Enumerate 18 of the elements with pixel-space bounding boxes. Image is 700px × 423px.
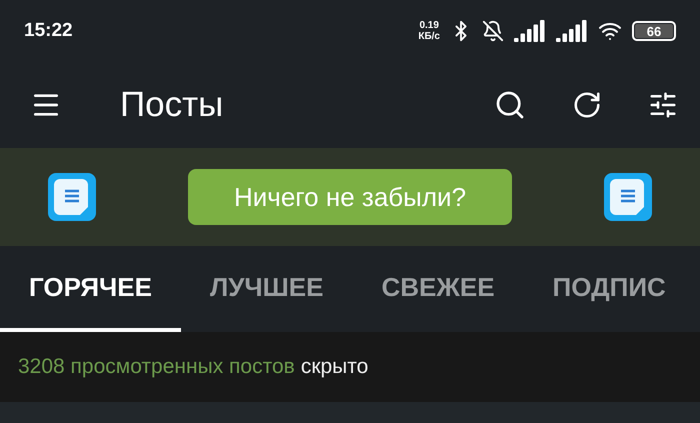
- filter-button[interactable]: [648, 90, 678, 120]
- signal-icon: [556, 20, 588, 42]
- bell-off-icon: [482, 20, 504, 42]
- refresh-button[interactable]: [572, 90, 602, 120]
- signal-icon: [514, 20, 546, 42]
- feed-tab[interactable]: ПОДПИС: [524, 246, 695, 332]
- hidden-status: скрыто: [300, 355, 368, 379]
- feed-tab[interactable]: СВЕЖЕЕ: [352, 246, 524, 332]
- viewed-posts-count: 3208 просмотренных постов: [18, 355, 295, 379]
- battery-level: 66: [635, 24, 673, 38]
- note-icon[interactable]: [48, 173, 96, 221]
- note-icon[interactable]: [604, 173, 652, 221]
- feed-tab[interactable]: ЛУЧШЕЕ: [180, 246, 352, 332]
- network-speed: 0.19: [419, 20, 439, 31]
- search-button[interactable]: [494, 89, 526, 121]
- page-title: Посты: [120, 85, 224, 125]
- network-speed-unit: КБ/с: [418, 31, 440, 42]
- status-time: 15:22: [24, 20, 74, 42]
